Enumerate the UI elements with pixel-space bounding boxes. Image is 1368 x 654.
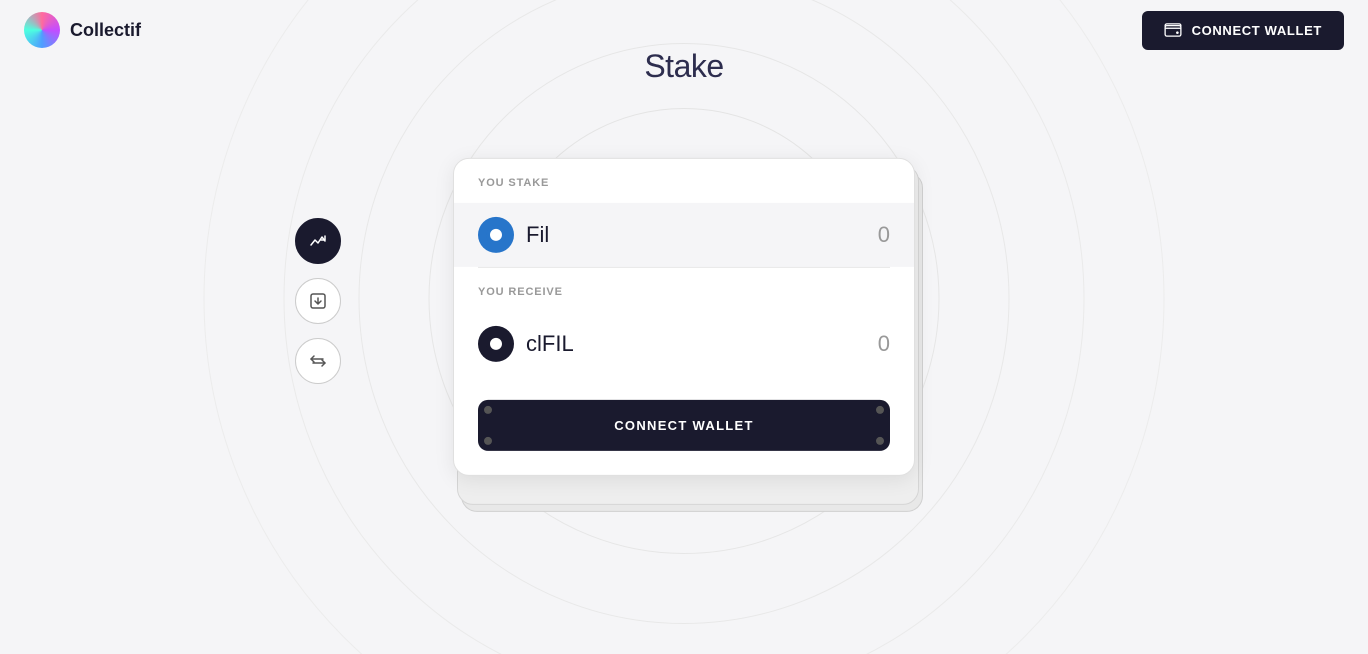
btn-corner-tl	[484, 406, 492, 414]
side-navigation	[295, 218, 341, 384]
btn-corner-tr	[876, 406, 884, 414]
stake-icon	[308, 231, 328, 251]
btn-corner-bl	[484, 437, 492, 445]
connect-wallet-main-label: CONNECT WALLET	[614, 418, 754, 433]
logo-area: Collectif	[24, 12, 141, 48]
main-card: YOU STAKE Fil 0 YOU RECEIVE	[453, 158, 915, 476]
swap-icon	[308, 351, 328, 371]
btn-corner-br	[876, 437, 884, 445]
wallet-icon	[1164, 23, 1182, 37]
button-wrapper: CONNECT WALLET	[454, 396, 914, 475]
stake-label: YOU STAKE	[478, 177, 890, 189]
receive-label: YOU RECEIVE	[478, 286, 890, 298]
receive-token-amount: 0	[878, 331, 890, 357]
receive-token-info: clFIL	[478, 326, 574, 362]
fil-token-logo	[478, 217, 514, 253]
page-title: Stake	[644, 48, 723, 85]
connect-wallet-header-label: CONNECT WALLET	[1192, 23, 1322, 38]
unstake-icon	[308, 291, 328, 311]
stake-token-info: Fil	[478, 217, 549, 253]
stake-token-amount: 0	[878, 222, 890, 248]
stake-token-name: Fil	[526, 222, 549, 248]
unstake-nav-button[interactable]	[295, 278, 341, 324]
receive-token-name: clFIL	[526, 331, 574, 357]
logo-icon	[24, 12, 60, 48]
receive-section: YOU RECEIVE clFIL 0	[454, 268, 914, 396]
stake-nav-button[interactable]	[295, 218, 341, 264]
stake-section: YOU STAKE Fil 0	[454, 159, 914, 267]
connect-wallet-main-button[interactable]: CONNECT WALLET	[478, 400, 890, 451]
connect-wallet-header-button[interactable]: CONNECT WALLET	[1142, 11, 1344, 50]
logo-text: Collectif	[70, 20, 141, 41]
receive-token-row: clFIL 0	[478, 312, 890, 376]
clfil-token-logo	[478, 326, 514, 362]
swap-nav-button[interactable]	[295, 338, 341, 384]
card-stack: YOU STAKE Fil 0 YOU RECEIVE	[453, 158, 915, 476]
stake-token-row: Fil 0	[454, 203, 914, 267]
